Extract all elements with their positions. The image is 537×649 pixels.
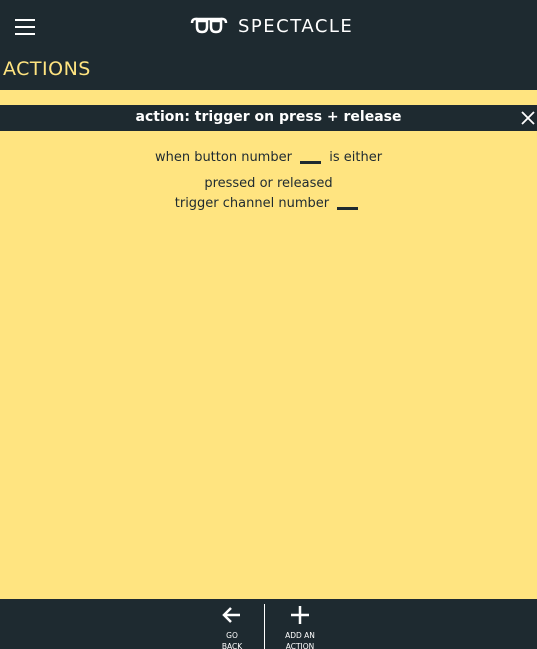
footer-divider [264, 604, 265, 649]
action-header: action: trigger on press + release [0, 105, 537, 131]
add-action-button[interactable]: ADD AN ACTION [270, 599, 330, 649]
arrow-left-icon [222, 607, 240, 623]
line1-suffix: is either [329, 150, 383, 165]
bottom-bar: GO BACK ADD AN ACTION [0, 599, 537, 649]
plus-icon [291, 606, 309, 624]
action-title: action: trigger on press + release [135, 109, 402, 125]
hamburger-menu-icon[interactable] [15, 17, 36, 36]
go-back-button[interactable]: GO BACK [202, 599, 262, 649]
add-action-label: ADD AN ACTION [285, 631, 315, 649]
section-title: ACTIONS [3, 58, 91, 80]
channel-number-input[interactable] [337, 196, 359, 210]
description-line-1: when button number is either [0, 150, 537, 165]
close-icon[interactable] [519, 109, 537, 127]
line1-prefix: when button number [154, 150, 292, 165]
go-back-label: GO BACK [221, 631, 243, 649]
brand: SPECTACLE [190, 12, 353, 40]
spectacles-logo-icon [190, 17, 228, 34]
line3-prefix: trigger channel number [174, 196, 330, 211]
description-line-3: trigger channel number [0, 196, 537, 211]
button-number-input[interactable] [300, 150, 322, 164]
top-bar: SPECTACLE ACTIONS [0, 0, 537, 90]
brand-name: SPECTACLE [238, 15, 354, 37]
description-line-2: pressed or released [204, 176, 333, 191]
